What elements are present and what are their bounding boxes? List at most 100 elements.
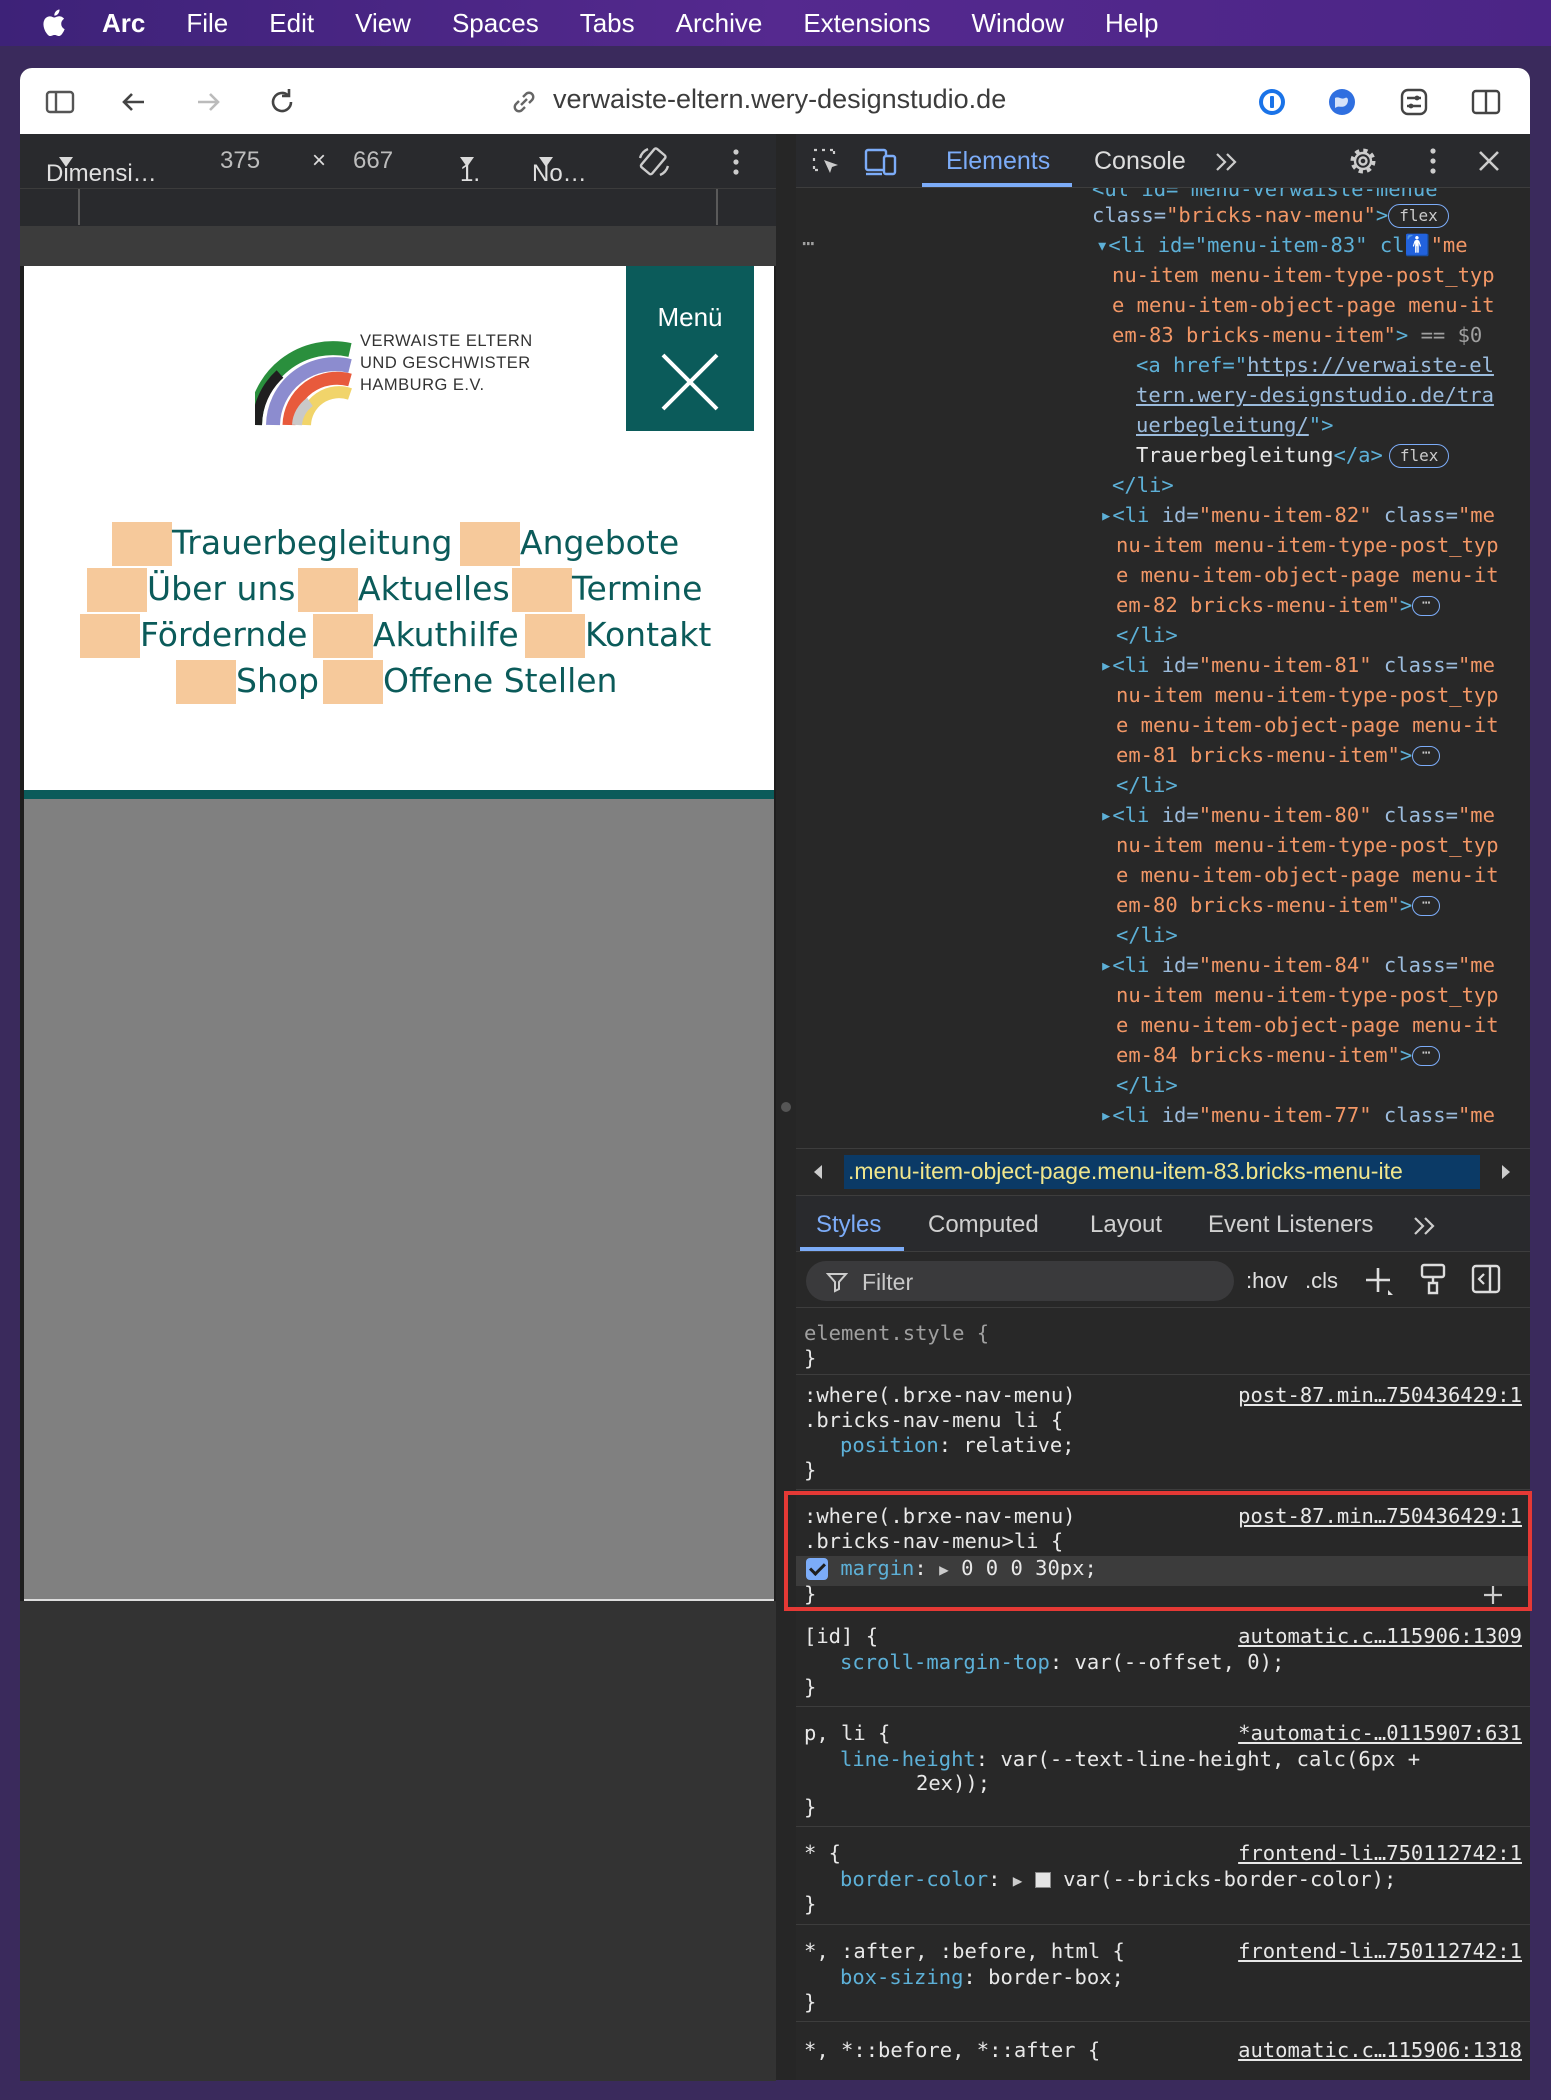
collapsed-ellipsis-icon[interactable]: ⋯ bbox=[1412, 596, 1441, 616]
media-query-ruler[interactable] bbox=[20, 188, 776, 226]
collapsed-ellipsis-icon[interactable]: ⋯ bbox=[1412, 746, 1441, 766]
nav-link-ueber-uns[interactable]: Über uns bbox=[147, 569, 295, 608]
rule-source-link[interactable]: *automatic-…0115907:631 bbox=[1238, 1721, 1522, 1746]
rule-selector[interactable]: * { bbox=[804, 1841, 841, 1866]
back-arrow-icon[interactable] bbox=[118, 86, 150, 118]
css-declaration[interactable]: box-sizing: border-box; bbox=[840, 1965, 1124, 1990]
more-tabs-chevron-icon[interactable] bbox=[1214, 150, 1240, 174]
dom-line[interactable]: </li> bbox=[1116, 1070, 1178, 1100]
hov-toggle[interactable]: :hov bbox=[1246, 1268, 1288, 1294]
dom-line-selected[interactable]: ▾<li id="menu-item-83" cl🚹"me bbox=[1096, 230, 1468, 260]
menu-view[interactable]: View bbox=[355, 8, 411, 39]
dom-line[interactable]: ▸<li id="menu-item-81" class="me bbox=[1100, 650, 1495, 680]
tab-event-listeners[interactable]: Event Listeners bbox=[1208, 1211, 1373, 1239]
viewport-height-input[interactable]: 667 bbox=[353, 147, 393, 175]
rotate-device-icon[interactable] bbox=[636, 144, 672, 180]
onepassword-extension-icon[interactable] bbox=[1256, 86, 1288, 118]
dom-line[interactable]: tern.wery-designstudio.de/tra bbox=[1136, 380, 1494, 410]
tab-layout[interactable]: Layout bbox=[1090, 1211, 1162, 1239]
throttle-dropdown[interactable]: No… bbox=[532, 147, 587, 187]
tab-console[interactable]: Console bbox=[1094, 147, 1186, 176]
styles-filter-input[interactable]: Filter bbox=[806, 1261, 1234, 1301]
dom-line[interactable]: ▸<li id="menu-item-82" class="me bbox=[1100, 500, 1495, 530]
tab-styles[interactable]: Styles bbox=[816, 1211, 881, 1239]
nav-link-trauerbegleitung[interactable]: Trauerbegleitung bbox=[172, 523, 452, 562]
nav-link-shop[interactable]: Shop bbox=[236, 661, 319, 700]
sidebar-toggle-icon[interactable] bbox=[44, 86, 76, 118]
rule-selector[interactable]: *, :after, :before, html { bbox=[804, 1939, 1125, 1964]
reload-icon[interactable] bbox=[266, 86, 298, 118]
nav-link-aktuelles[interactable]: Aktuelles bbox=[358, 569, 510, 608]
more-options-icon[interactable] bbox=[1426, 146, 1440, 176]
nav-link-foerdernde[interactable]: Fördernde bbox=[140, 615, 307, 654]
dom-line[interactable]: Trauerbegleitung</a> flex bbox=[1136, 440, 1450, 470]
dom-line[interactable]: class="bricks-nav-menu"> flex bbox=[1092, 200, 1449, 230]
rule-source-link[interactable]: post-87.min…750436429:1 bbox=[1238, 1383, 1522, 1408]
nav-link-angebote[interactable]: Angebote bbox=[520, 523, 679, 562]
href-link[interactable]: https://verwaiste-el bbox=[1247, 353, 1494, 377]
rule-selector[interactable]: *, *::before, *::after { bbox=[804, 2038, 1100, 2063]
dimensions-dropdown[interactable]: Dimensi… bbox=[46, 147, 157, 187]
href-link[interactable]: uerbegleitung/ bbox=[1136, 413, 1309, 437]
splitter-handle[interactable] bbox=[781, 1102, 791, 1112]
rule-selector[interactable]: p, li { bbox=[804, 1721, 890, 1746]
collapsed-ellipsis-icon[interactable]: ⋯ bbox=[1412, 1046, 1441, 1066]
collapsed-ellipsis-icon[interactable]: ⋯ bbox=[1412, 896, 1441, 916]
apple-logo-icon[interactable] bbox=[38, 6, 72, 40]
rule-source-link[interactable]: automatic.c…115906:1318 bbox=[1238, 2038, 1522, 2063]
scroll-right-icon[interactable] bbox=[1498, 1163, 1514, 1181]
menu-toggle-button[interactable]: Menü bbox=[626, 266, 754, 431]
viewport-width-input[interactable]: 375 bbox=[220, 147, 260, 175]
zoom-dropdown[interactable]: 1. bbox=[460, 147, 480, 187]
globe-extension-icon[interactable] bbox=[1326, 86, 1358, 118]
nav-link-termine[interactable]: Termine bbox=[572, 569, 702, 608]
dom-line[interactable]: </li> bbox=[1116, 770, 1178, 800]
dom-line[interactable]: </li> bbox=[1112, 470, 1174, 500]
inspect-element-icon[interactable] bbox=[810, 146, 842, 178]
settings-sliders-icon[interactable] bbox=[1398, 86, 1430, 118]
forward-arrow-icon[interactable] bbox=[192, 86, 224, 118]
css-declaration[interactable]: scroll-margin-top: var(--offset, 0); bbox=[840, 1650, 1284, 1675]
scroll-left-icon[interactable] bbox=[810, 1163, 826, 1181]
nav-link-kontakt[interactable]: Kontakt bbox=[585, 615, 711, 654]
node-actions-ellipsis-icon[interactable]: ⋯ bbox=[802, 228, 814, 258]
flex-badge[interactable]: flex bbox=[1388, 444, 1450, 468]
dom-line[interactable]: <a href="https://verwaiste-el bbox=[1136, 350, 1494, 380]
menu-edit[interactable]: Edit bbox=[269, 8, 314, 39]
nav-link-offene-stellen[interactable]: Offene Stellen bbox=[383, 661, 617, 700]
rule-selector[interactable]: [id] { bbox=[804, 1624, 878, 1649]
flex-badge[interactable]: flex bbox=[1388, 204, 1449, 228]
rule-selector[interactable]: .bricks-nav-menu li { bbox=[804, 1408, 1063, 1433]
gear-icon[interactable] bbox=[1346, 144, 1380, 178]
panel-splitter[interactable] bbox=[776, 134, 796, 2080]
cls-toggle[interactable]: .cls bbox=[1305, 1268, 1338, 1294]
href-link[interactable]: tern.wery-designstudio.de/tra bbox=[1136, 383, 1494, 407]
css-declaration[interactable]: line-height: var(--text-line-height, cal… bbox=[840, 1747, 1420, 1772]
css-declaration[interactable]: border-color: ▶ var(--bricks-border-colo… bbox=[840, 1867, 1396, 1893]
dom-line[interactable]: ▸<li id="menu-item-80" class="me bbox=[1100, 800, 1495, 830]
dom-line[interactable]: ▸<li id="menu-item-84" class="me bbox=[1100, 950, 1495, 980]
dom-line[interactable]: </li> bbox=[1116, 920, 1178, 950]
menu-archive[interactable]: Archive bbox=[676, 8, 763, 39]
tab-computed[interactable]: Computed bbox=[928, 1211, 1039, 1239]
rule-source-link[interactable]: frontend-li…750112742:1 bbox=[1238, 1939, 1522, 1964]
menu-file[interactable]: File bbox=[186, 8, 228, 39]
split-view-icon[interactable] bbox=[1470, 86, 1502, 118]
breadcrumb-selected[interactable]: .menu-item-object-page.menu-item-83.bric… bbox=[844, 1155, 1480, 1189]
menu-tabs[interactable]: Tabs bbox=[580, 8, 635, 39]
url-text[interactable]: verwaiste-eltern.wery-designstudio.de bbox=[553, 84, 1006, 115]
add-rule-plus-icon[interactable] bbox=[1362, 1264, 1396, 1298]
dom-line[interactable]: </li> bbox=[1116, 620, 1178, 650]
menu-spaces[interactable]: Spaces bbox=[452, 8, 539, 39]
nav-link-akuthilfe[interactable]: Akuthilfe bbox=[373, 615, 519, 654]
close-icon[interactable] bbox=[1476, 148, 1502, 174]
color-swatch[interactable] bbox=[1034, 1872, 1051, 1888]
dom-line[interactable]: ▸<li id="menu-item-77" class="me bbox=[1100, 1100, 1495, 1130]
rule-source-link[interactable]: frontend-li…750112742:1 bbox=[1238, 1841, 1522, 1866]
css-declaration[interactable]: position: relative; bbox=[840, 1433, 1075, 1458]
menu-extensions[interactable]: Extensions bbox=[803, 8, 930, 39]
expand-triangle-icon[interactable]: ▶ bbox=[1013, 1871, 1023, 1890]
menu-help[interactable]: Help bbox=[1105, 8, 1158, 39]
tab-elements[interactable]: Elements bbox=[946, 147, 1050, 176]
more-tabs-chevron-icon[interactable] bbox=[1412, 1214, 1438, 1238]
